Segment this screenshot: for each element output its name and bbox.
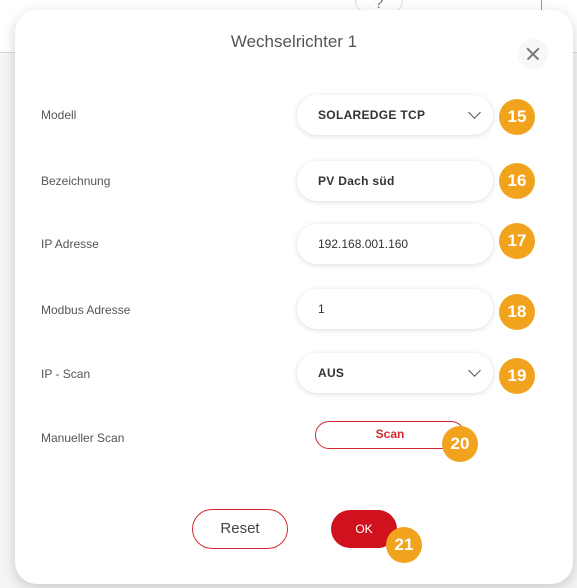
badge-20: 20 [442,426,478,462]
ip-address-value: 192.168.001.160 [318,237,409,251]
badge-16: 16 [499,163,535,199]
model-label: Modell [41,108,77,122]
badge-21: 21 [386,527,422,563]
ip-scan-select[interactable]: AUS [297,353,493,393]
ip-address-field[interactable]: 192.168.001.160 [297,224,493,264]
ip-scan-value: AUS [318,366,345,380]
close-icon[interactable] [518,39,548,69]
ip-scan-label: IP - Scan [41,367,91,381]
manual-scan-label: Manueller Scan [41,431,125,445]
badge-17: 17 [499,223,535,259]
chevron-down-icon [468,106,481,119]
reset-button[interactable]: Reset [192,509,288,549]
badge-18: 18 [499,294,535,330]
badge-19: 19 [499,358,535,394]
name-value: PV Dach süd [318,174,395,188]
modbus-address-label: Modbus Adresse [41,303,131,317]
modbus-address-field[interactable]: 1 [297,289,493,329]
inverter-dialog: Wechselrichter 1 Modell SOLAREDGE TCP 15… [15,10,573,584]
model-select[interactable]: SOLAREDGE TCP [297,95,493,135]
model-value: SOLAREDGE TCP [318,108,426,122]
badge-15: 15 [499,99,535,135]
chevron-down-icon [468,364,481,377]
modbus-address-value: 1 [318,302,325,316]
ip-address-label: IP Adresse [41,237,99,251]
name-label: Bezeichnung [41,174,111,188]
dialog-title: Wechselrichter 1 [230,32,358,51]
name-field[interactable]: PV Dach süd [297,161,493,201]
